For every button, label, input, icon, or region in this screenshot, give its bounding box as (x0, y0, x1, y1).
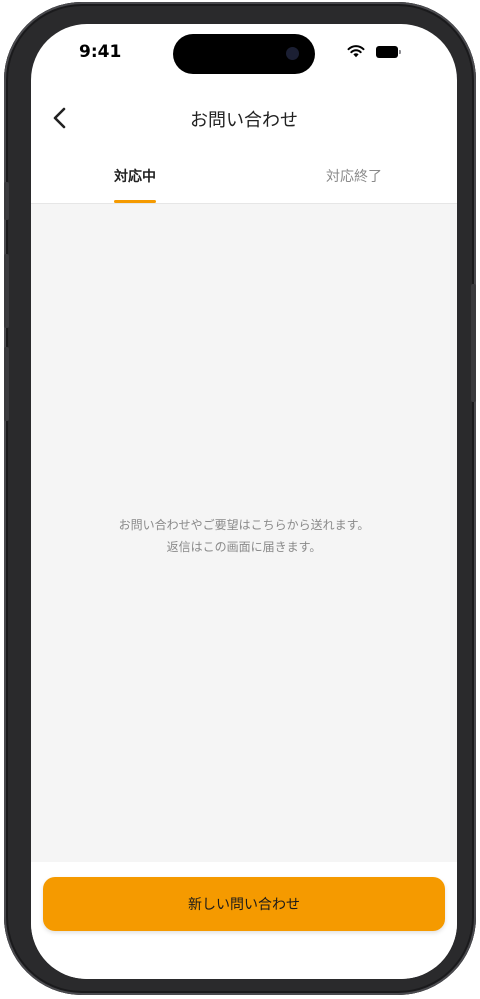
new-inquiry-button-label: 新しい問い合わせ (188, 897, 300, 913)
dynamic-island (173, 34, 315, 74)
status-bar: 9:41 (31, 24, 457, 78)
tab-closed[interactable]: 対応終了 (244, 154, 457, 203)
tab-active-indicator (114, 200, 156, 203)
page-title: お問い合わせ (190, 110, 298, 131)
inquiry-list-area: お問い合わせやご要望はこちらから送れます。 返信はこの画面に届きます。 (31, 204, 457, 862)
status-time: 9:41 (79, 42, 122, 62)
tab-in-progress[interactable]: 対応中 (31, 154, 244, 203)
empty-state-line: 返信はこの画面に届きます。 (166, 540, 322, 554)
camera-icon (286, 47, 299, 60)
empty-state-message: お問い合わせやご要望はこちらから送れます。 返信はこの画面に届きます。 (31, 514, 457, 558)
phone-frame: 9:41 お問い合わせ 対応中 対応終了 お問い合わせやご要望はこちらから送れま… (4, 2, 476, 995)
tab-label: 対応終了 (326, 169, 382, 185)
power-button (471, 284, 476, 402)
new-inquiry-button[interactable]: 新しい問い合わせ (43, 877, 445, 931)
wifi-icon (347, 45, 365, 58)
tab-label: 対応中 (114, 169, 156, 185)
volume-up-button (4, 254, 9, 328)
empty-state-line: お問い合わせやご要望はこちらから送れます。 (118, 518, 370, 532)
volume-down-button (4, 347, 9, 421)
silent-switch (4, 182, 9, 220)
navigation-bar: お問い合わせ (31, 94, 457, 142)
tab-bar: 対応中 対応終了 (31, 154, 457, 204)
screen: 9:41 お問い合わせ 対応中 対応終了 お問い合わせやご要望はこちらから送れま… (31, 24, 457, 979)
battery-icon (376, 46, 402, 58)
bottom-action-area: 新しい問い合わせ (31, 862, 457, 979)
